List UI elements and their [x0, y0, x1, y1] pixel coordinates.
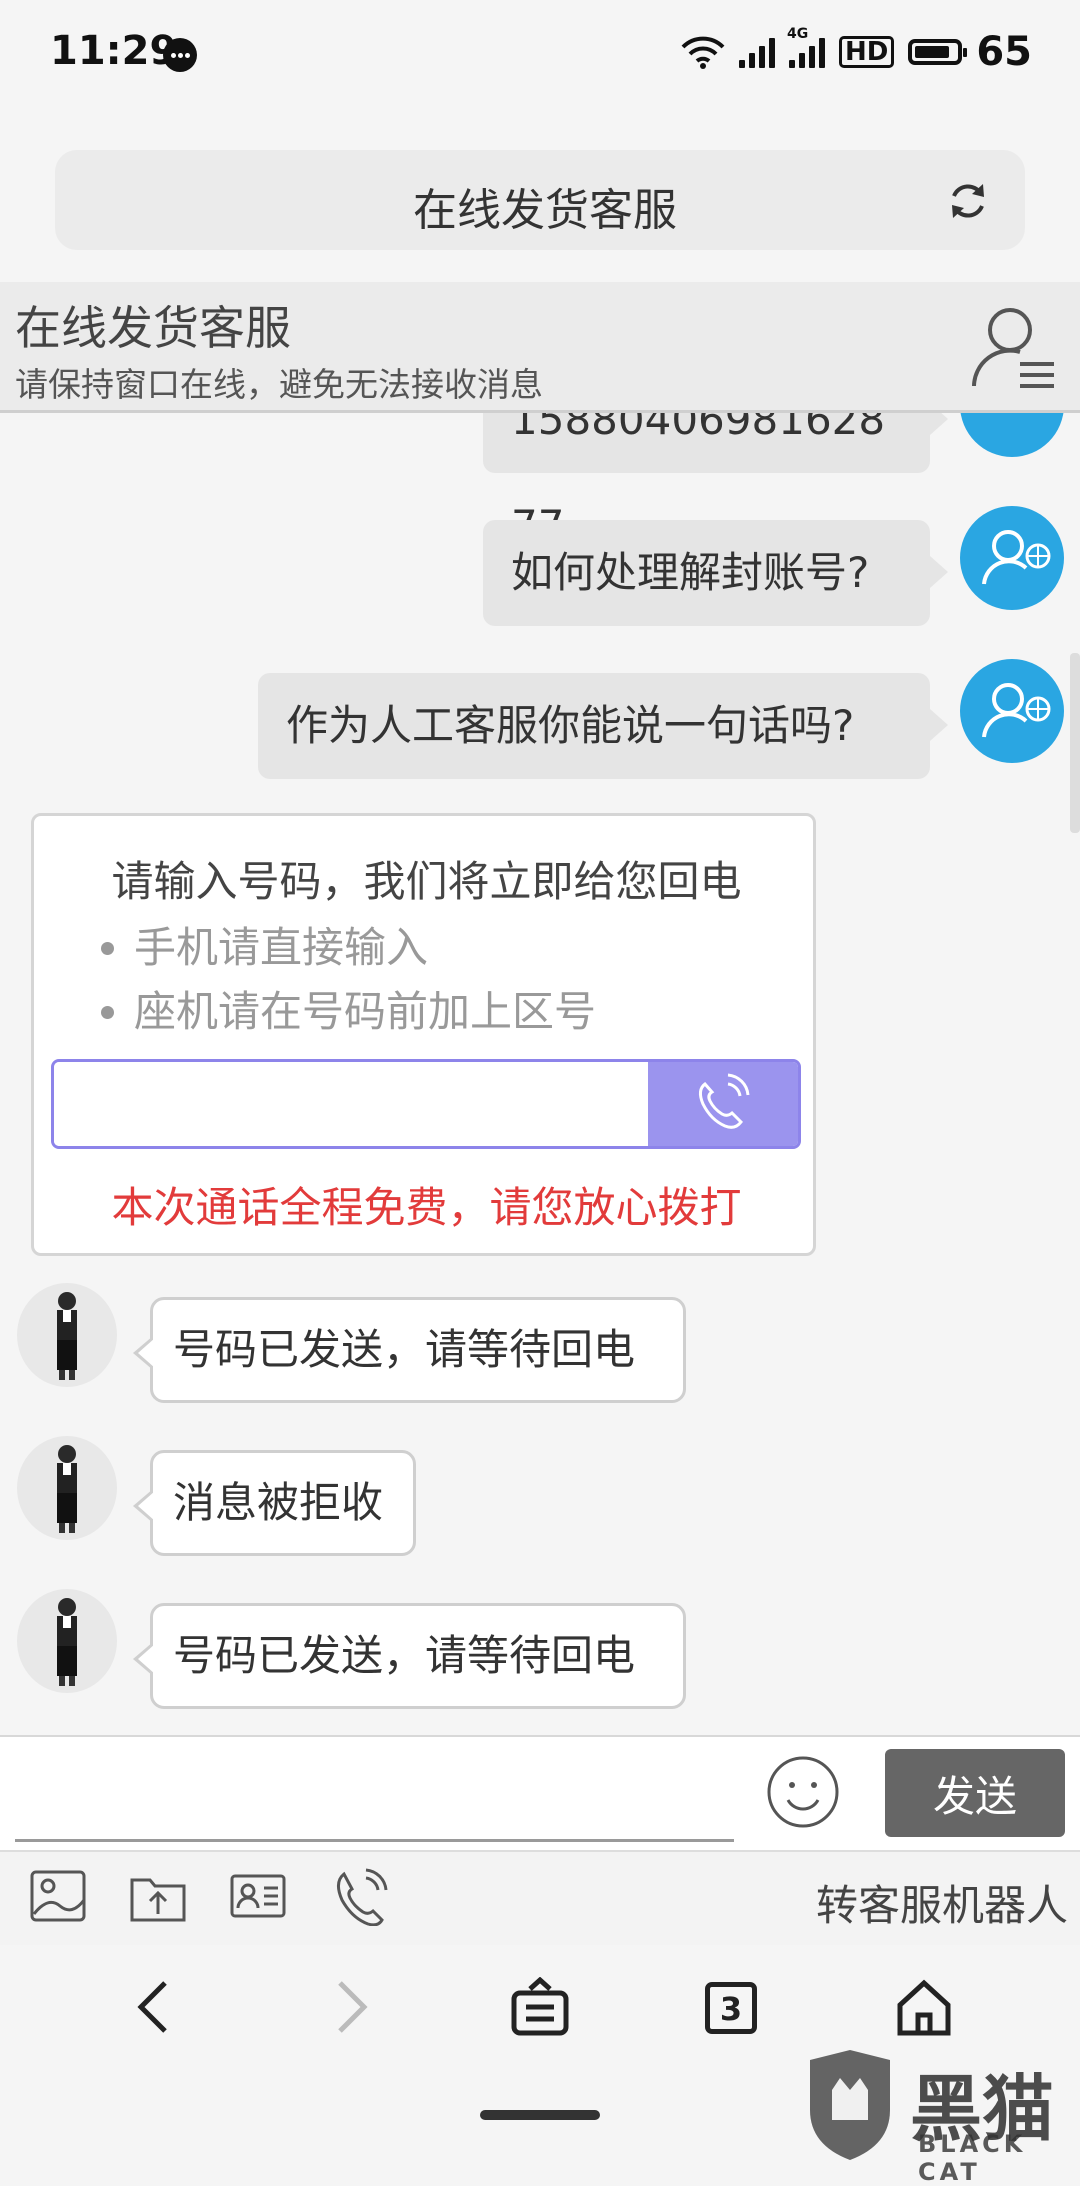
transfer-robot-link[interactable]: 转客服机器人	[816, 1872, 1068, 1933]
user-avatar	[960, 413, 1064, 457]
chat-messages[interactable]: 15880406981628 77 如何处理解封账号? 作为人工客服你能说一句话…	[0, 413, 1080, 1733]
status-time: 11:29	[50, 28, 178, 74]
agent-avatar-image	[57, 1598, 77, 1686]
user-message: 作为人工客服你能说一句话吗?	[258, 673, 948, 779]
agent-avatar-image	[57, 1292, 77, 1380]
agent-message: 号码已发送，请等待回电	[133, 1603, 686, 1709]
agent-message: 号码已发送，请等待回电	[133, 1297, 686, 1403]
black-cat-logo-icon	[810, 2050, 890, 2160]
wifi-icon	[681, 36, 725, 69]
agent-message: 消息被拒收	[133, 1450, 416, 1556]
message-text: 作为人工客服你能说一句话吗?	[286, 701, 855, 750]
message-notification-icon	[163, 38, 197, 72]
hint-item: 座机请在号码前加上区号	[134, 980, 596, 1044]
free-call-note: 本次通话全程免费，请您放心拨打	[111, 1183, 742, 1232]
page-title: 在线发货客服	[413, 185, 677, 236]
emoji-icon[interactable]	[766, 1755, 840, 1829]
phone-call-icon[interactable]	[330, 1866, 390, 1926]
message-text: 如何处理解封账号?	[511, 548, 870, 597]
chat-scrollbar[interactable]	[1070, 653, 1080, 833]
message-input-bar: 发送	[0, 1735, 1080, 1852]
status-icons: 4G HD 65	[681, 26, 1032, 75]
agent-avatar	[17, 1589, 117, 1693]
battery-level: 65	[976, 29, 1032, 75]
contact-card-icon[interactable]	[228, 1866, 288, 1926]
user-avatar	[960, 506, 1064, 610]
chat-header: 在线发货客服 请保持窗口在线，避免无法接收消息	[0, 282, 1080, 413]
signal-icon	[738, 36, 775, 68]
tabs-count-button[interactable]: 3	[705, 1982, 757, 2034]
user-avatar-icon	[982, 683, 1051, 738]
network-label: 4G	[786, 26, 809, 42]
message-text: 消息被拒收	[173, 1478, 384, 1527]
browser-address-bar[interactable]: 在线发货客服	[55, 150, 1025, 250]
message-input[interactable]	[15, 1749, 734, 1842]
agent-avatar-image	[57, 1445, 77, 1533]
back-icon[interactable]	[125, 1977, 185, 2037]
gesture-bar[interactable]	[480, 2110, 600, 2120]
refresh-icon[interactable]	[947, 180, 989, 222]
call-button[interactable]	[648, 1062, 798, 1146]
menu-share-icon[interactable]	[510, 1977, 570, 2037]
home-icon[interactable]	[894, 1977, 954, 2037]
battery-icon	[908, 39, 968, 65]
agent-avatar	[17, 1283, 117, 1387]
watermark: 黑猫 BLACK CAT	[800, 2050, 1070, 2186]
watermark-en: BLACK CAT	[918, 2130, 1027, 2186]
send-button[interactable]: 发送	[885, 1749, 1065, 1837]
forward-icon[interactable]	[320, 1977, 380, 2037]
phone-input-group	[51, 1059, 801, 1149]
hint-item: 手机请直接输入	[134, 916, 596, 980]
user-message: 如何处理解封账号?	[483, 520, 948, 626]
user-avatar-icon	[982, 530, 1051, 585]
user-message: 15880406981628 77	[483, 413, 948, 550]
phone-icon	[698, 1073, 750, 1129]
phone-input[interactable]	[54, 1062, 644, 1146]
message-text: 号码已发送，请等待回电	[173, 1631, 636, 1680]
hd-icon: HD	[838, 36, 895, 68]
callback-card: 请输入号码，我们将立即给您回电 手机请直接输入 座机请在号码前加上区号 本次通话…	[31, 813, 816, 1256]
user-avatar	[960, 659, 1064, 763]
status-bar: 11:29 4G HD 65	[0, 0, 1080, 110]
agent-profile-icon[interactable]	[968, 302, 1058, 392]
chat-toolbar: 转客服机器人	[0, 1850, 1080, 1947]
message-text: 号码已发送，请等待回电	[173, 1325, 636, 1374]
agent-avatar	[17, 1436, 117, 1540]
image-upload-icon[interactable]	[28, 1866, 88, 1926]
callback-hints: 手机请直接输入 座机请在号码前加上区号	[54, 916, 596, 1044]
file-upload-icon[interactable]	[128, 1866, 188, 1926]
callback-title: 请输入号码，我们将立即给您回电	[111, 857, 742, 906]
chat-subtitle: 请保持窗口在线，避免无法接收消息	[15, 365, 543, 404]
signal-4g-icon: 4G	[787, 26, 825, 68]
chat-title: 在线发货客服	[15, 301, 291, 355]
